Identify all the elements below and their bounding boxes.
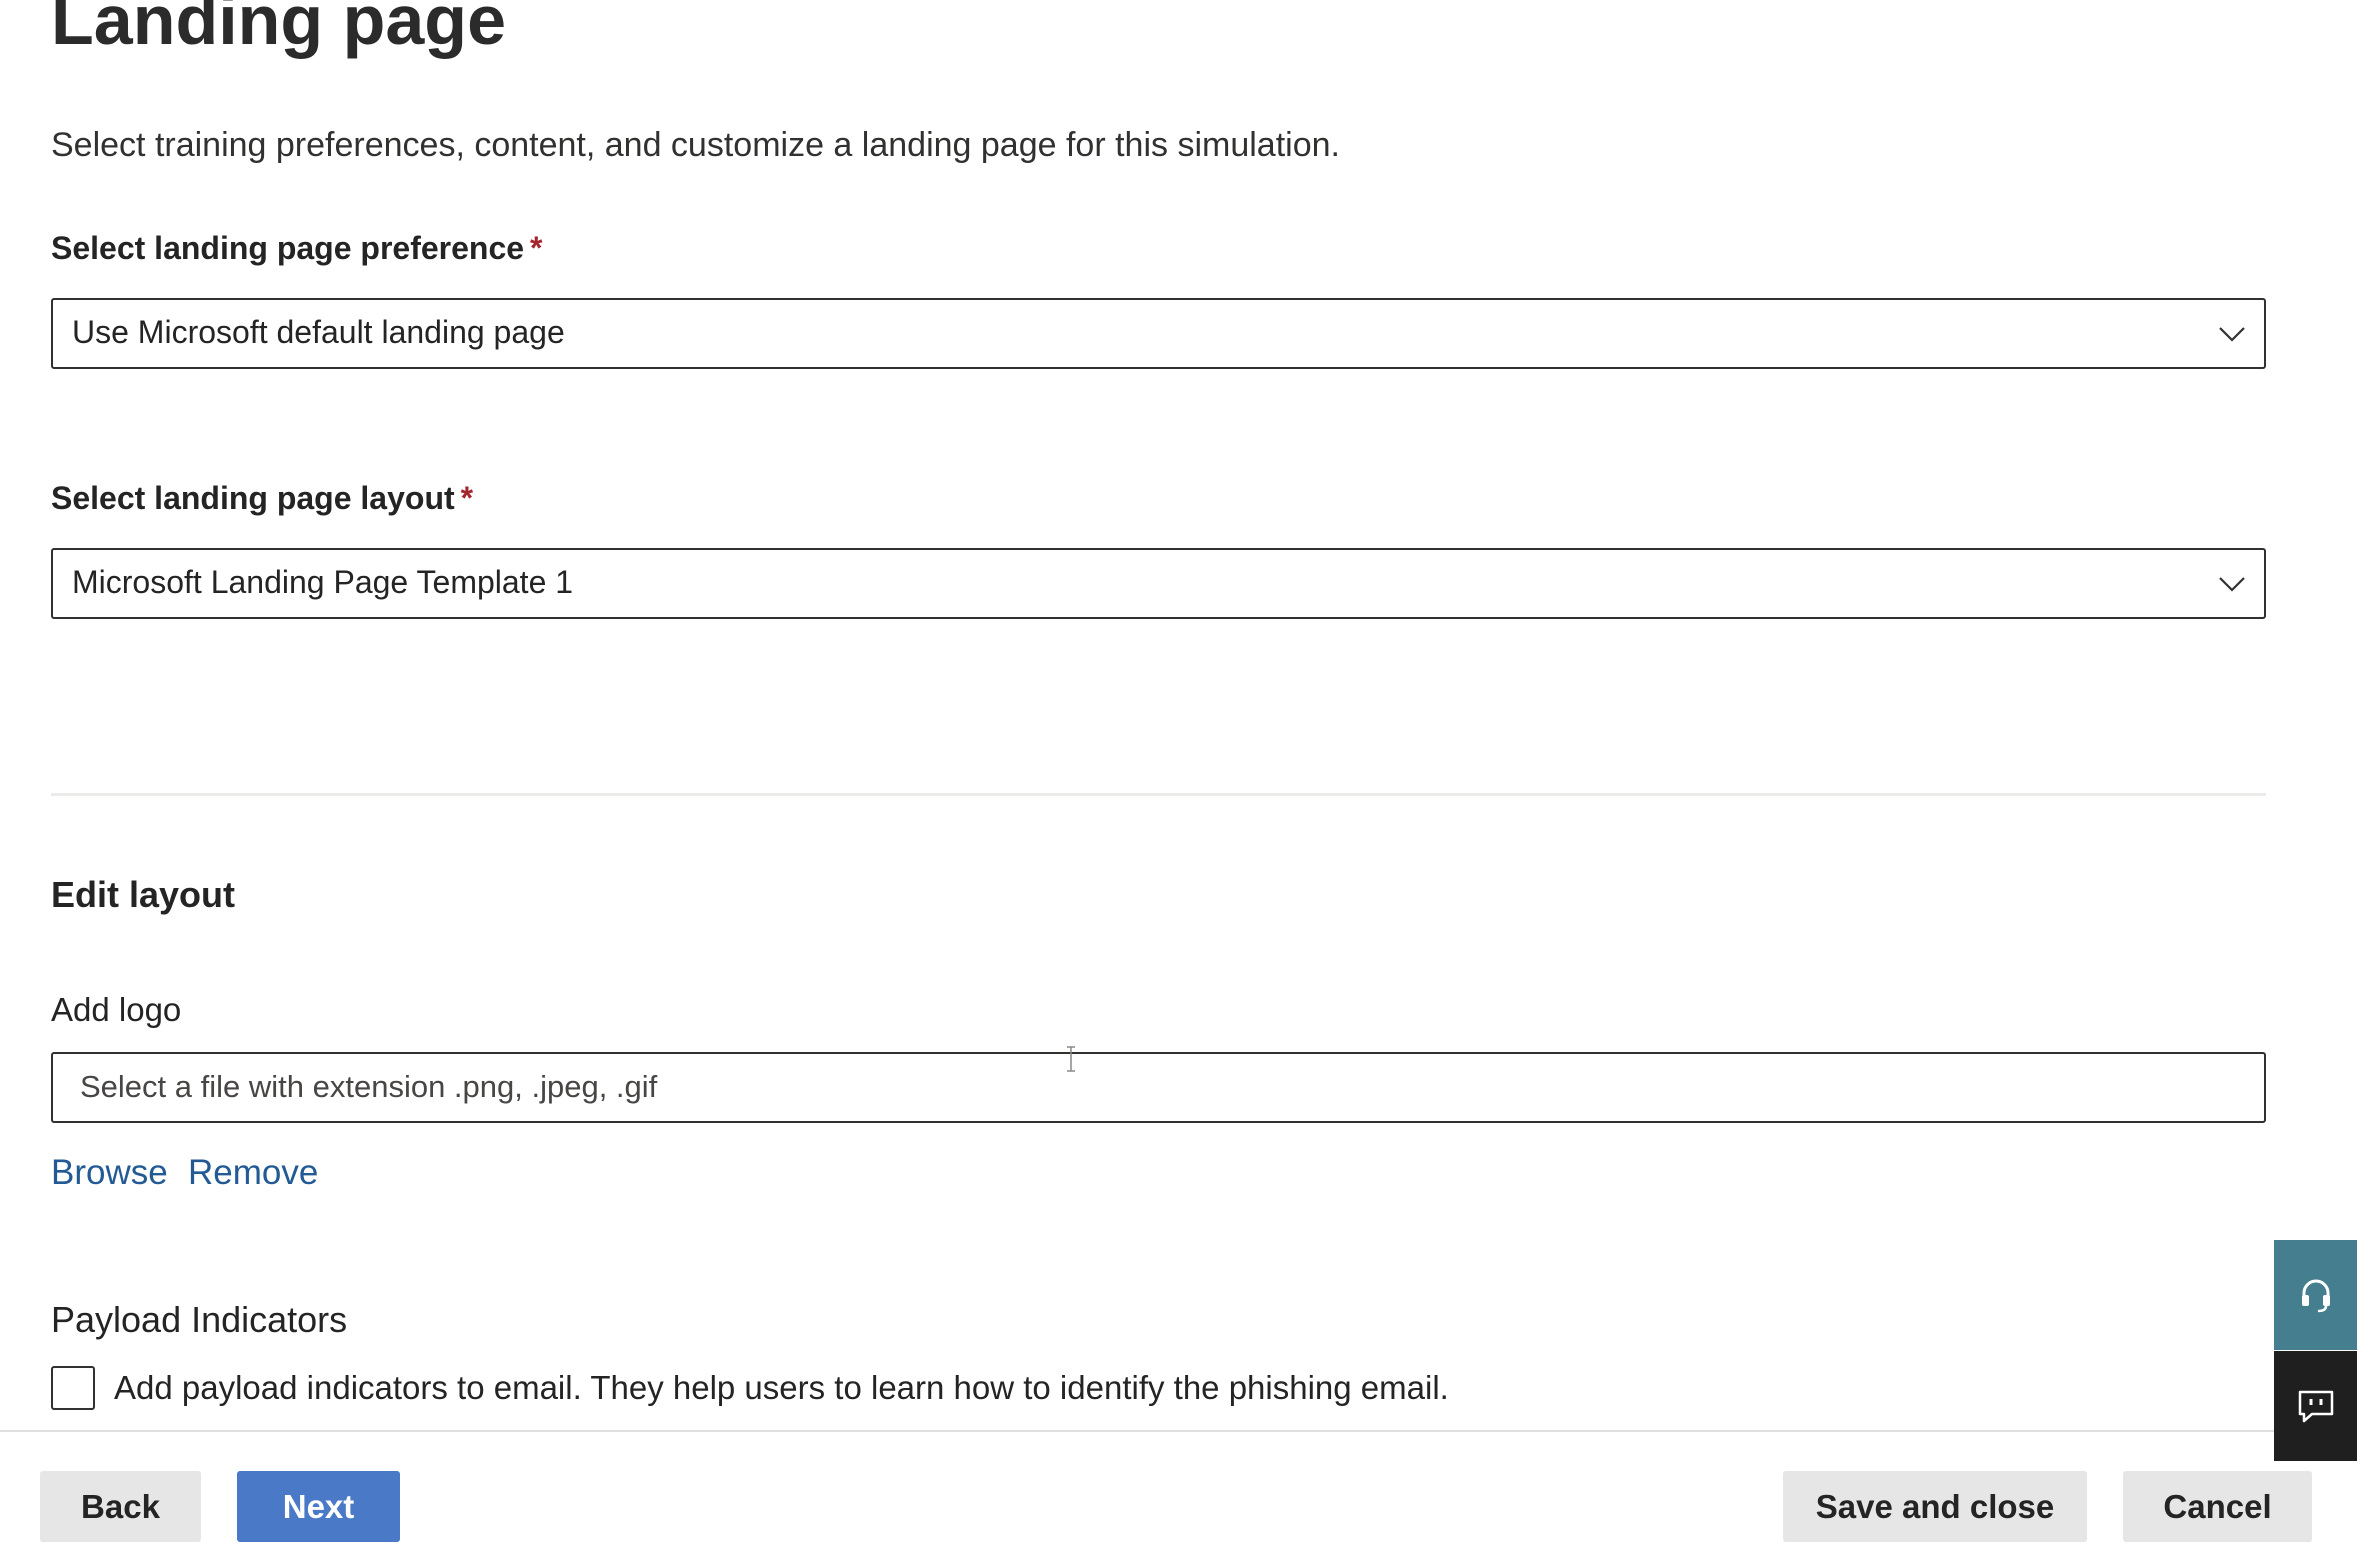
- help-button[interactable]: [2274, 1240, 2357, 1350]
- headset-icon: [2301, 1279, 2330, 1313]
- layout-selected-value: Microsoft Landing Page Template 1: [72, 564, 574, 600]
- back-button[interactable]: Back: [40, 1471, 201, 1542]
- section-divider: [51, 793, 2266, 796]
- chevron-down-icon: [2219, 577, 2245, 592]
- page-title: Landing page: [51, 0, 506, 59]
- add-logo-label: Add logo: [51, 991, 182, 1028]
- landing-page-step: Landing page Select training preferences…: [0, 0, 2357, 1560]
- payload-indicators-checkbox-label[interactable]: Add payload indicators to email. They he…: [114, 1369, 1449, 1407]
- preference-label-text: Select landing page preference: [51, 230, 525, 266]
- save-and-close-button[interactable]: Save and close: [1783, 1471, 2087, 1542]
- browse-link[interactable]: Browse: [51, 1153, 168, 1193]
- logo-file-input[interactable]: Select a file with extension .png, .jpeg…: [51, 1052, 2266, 1123]
- landing-page-preference-dropdown[interactable]: Use Microsoft default landing page: [51, 298, 2266, 369]
- cancel-button[interactable]: Cancel: [2123, 1471, 2312, 1542]
- next-button[interactable]: Next: [237, 1471, 400, 1542]
- payload-indicators-heading: Payload Indicators: [51, 1299, 348, 1340]
- preference-label: Select landing page preference *: [51, 230, 543, 267]
- payload-indicators-checkbox[interactable]: [51, 1366, 95, 1410]
- footer-divider: [0, 1430, 2357, 1432]
- layout-label: Select landing page layout *: [51, 480, 473, 517]
- remove-link[interactable]: Remove: [188, 1153, 318, 1193]
- edit-layout-heading: Edit layout: [51, 874, 236, 915]
- logo-file-placeholder: Select a file with extension .png, .jpeg…: [80, 1069, 658, 1104]
- chevron-down-icon: [2219, 327, 2245, 342]
- page-description: Select training preferences, content, an…: [51, 126, 1340, 164]
- layout-label-text: Select landing page layout: [51, 480, 455, 516]
- landing-page-layout-dropdown[interactable]: Microsoft Landing Page Template 1: [51, 548, 2266, 619]
- text-cursor-icon: [1067, 1046, 1075, 1072]
- required-mark: *: [530, 230, 543, 266]
- preference-selected-value: Use Microsoft default landing page: [72, 314, 565, 350]
- feedback-button[interactable]: [2274, 1351, 2357, 1461]
- required-mark: *: [460, 480, 474, 516]
- feedback-icon: [2298, 1390, 2333, 1423]
